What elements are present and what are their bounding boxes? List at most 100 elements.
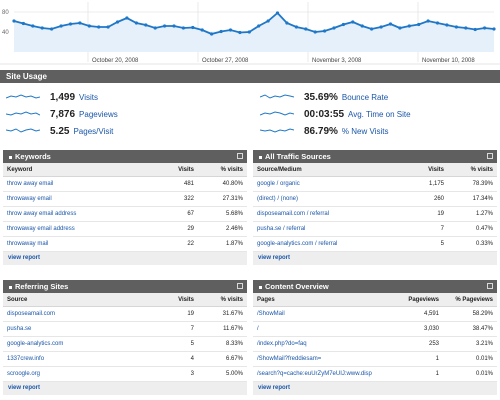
data-point[interactable] xyxy=(407,24,411,28)
data-point[interactable] xyxy=(40,26,44,30)
data-point[interactable] xyxy=(59,24,63,28)
col-visits[interactable]: Visits xyxy=(403,163,448,177)
col-percent-visits[interactable]: % visits xyxy=(198,293,247,307)
data-point[interactable] xyxy=(78,21,82,25)
data-point[interactable] xyxy=(323,29,327,33)
site-link[interactable]: disposeamail.com xyxy=(3,306,153,322)
data-point[interactable] xyxy=(247,30,251,34)
data-point[interactable] xyxy=(275,11,280,15)
data-point[interactable] xyxy=(483,26,487,30)
data-point[interactable] xyxy=(398,26,402,30)
content-overview-table: Pages Pageviews % Pageviews /ShowMail 4,5… xyxy=(253,293,497,382)
data-point[interactable] xyxy=(153,26,157,30)
source-link[interactable]: google / organic xyxy=(253,176,403,192)
data-point[interactable] xyxy=(351,20,355,24)
source-link[interactable]: (direct) / (none) xyxy=(253,191,403,207)
data-point[interactable] xyxy=(134,21,138,25)
maximize-icon[interactable] xyxy=(487,283,493,289)
source-link[interactable]: disposeamail.com / referral xyxy=(253,206,403,222)
data-point[interactable] xyxy=(341,22,345,27)
site-link[interactable]: scroogle.org xyxy=(3,366,153,382)
col-source-medium[interactable]: Source/Medium xyxy=(253,163,403,177)
data-point[interactable] xyxy=(163,24,167,28)
data-point[interactable] xyxy=(257,24,261,28)
data-point[interactable] xyxy=(125,16,129,20)
data-point[interactable] xyxy=(12,19,16,23)
data-point[interactable] xyxy=(97,25,101,29)
data-point[interactable] xyxy=(294,25,298,29)
keyword-link[interactable]: throw away email xyxy=(3,176,153,192)
col-pageviews[interactable]: Pageviews xyxy=(393,293,443,307)
data-point[interactable] xyxy=(68,22,73,26)
data-point[interactable] xyxy=(228,28,233,32)
data-point[interactable] xyxy=(313,30,317,34)
data-point[interactable] xyxy=(445,23,449,27)
source-link[interactable]: pusha.se / referral xyxy=(253,221,403,237)
data-point[interactable] xyxy=(50,27,54,31)
data-point[interactable] xyxy=(492,27,496,31)
metric-label-link[interactable]: Avg. Time on Site xyxy=(348,110,411,119)
site-link[interactable]: google-analytics.com xyxy=(3,336,153,352)
data-point[interactable] xyxy=(473,27,477,32)
col-visits[interactable]: Visits xyxy=(153,293,198,307)
data-point[interactable] xyxy=(219,29,223,34)
data-point[interactable] xyxy=(238,30,242,35)
metric-label-link[interactable]: % New Visits xyxy=(342,127,389,136)
data-point[interactable] xyxy=(435,21,440,25)
data-point[interactable] xyxy=(417,22,421,27)
y-tick-label: 40 xyxy=(2,30,9,36)
view-report-link[interactable]: view report xyxy=(253,382,497,395)
page-link[interactable]: /index.php?do=faq xyxy=(253,336,393,352)
keyword-link[interactable]: throwaway email address xyxy=(3,221,153,237)
data-point[interactable] xyxy=(370,27,374,31)
keyword-link[interactable]: throwaway mail xyxy=(3,236,153,252)
data-point[interactable] xyxy=(191,25,195,30)
site-link[interactable]: pusha.se xyxy=(3,321,153,337)
data-point[interactable] xyxy=(172,24,176,28)
data-point[interactable] xyxy=(21,21,25,26)
maximize-icon[interactable] xyxy=(237,283,243,289)
data-point[interactable] xyxy=(106,25,110,29)
col-source[interactable]: Source xyxy=(3,293,153,307)
col-percent-visits[interactable]: % visits xyxy=(198,163,247,177)
page-link[interactable]: / xyxy=(253,321,393,337)
metric-label-link[interactable]: Visits xyxy=(79,93,98,102)
data-point[interactable] xyxy=(266,19,270,23)
data-point[interactable] xyxy=(304,27,308,31)
metric-label-link[interactable]: Bounce Rate xyxy=(342,93,388,102)
view-report-link[interactable]: view report xyxy=(3,382,247,395)
view-report-link[interactable]: view report xyxy=(253,252,497,265)
col-pages[interactable]: Pages xyxy=(253,293,393,307)
data-point[interactable] xyxy=(144,23,148,27)
data-point[interactable] xyxy=(332,26,336,30)
data-point[interactable] xyxy=(200,28,204,32)
col-percent-pageviews[interactable]: % Pageviews xyxy=(443,293,497,307)
data-point[interactable] xyxy=(181,26,185,30)
data-point[interactable] xyxy=(31,24,35,28)
data-point[interactable] xyxy=(454,25,458,29)
metric-label-link[interactable]: Pageviews xyxy=(79,110,118,119)
col-visits[interactable]: Visits xyxy=(153,163,198,177)
data-point[interactable] xyxy=(87,24,91,28)
source-link[interactable]: google-analytics.com / referral xyxy=(253,236,403,252)
data-point[interactable] xyxy=(210,32,214,36)
maximize-icon[interactable] xyxy=(237,153,243,159)
view-report-link[interactable]: view report xyxy=(3,252,247,265)
data-point[interactable] xyxy=(115,20,120,24)
data-point[interactable] xyxy=(285,21,289,25)
data-point[interactable] xyxy=(360,24,364,28)
maximize-icon[interactable] xyxy=(487,153,493,159)
data-point[interactable] xyxy=(379,25,383,29)
keyword-link[interactable]: throw away email address xyxy=(3,206,153,222)
page-link[interactable]: /search?q=cache:euUrZyM7eUIJ:www.disp xyxy=(253,366,393,382)
site-link[interactable]: 1337crew.info xyxy=(3,351,153,367)
keyword-link[interactable]: throwaway email xyxy=(3,191,153,207)
data-point[interactable] xyxy=(464,26,468,30)
data-point[interactable] xyxy=(388,22,393,26)
page-link[interactable]: /ShowMail xyxy=(253,306,393,322)
col-keyword[interactable]: Keyword xyxy=(3,163,153,177)
col-percent-visits[interactable]: % visits xyxy=(448,163,497,177)
page-link[interactable]: /ShowMail?freddiesam= xyxy=(253,351,393,367)
data-point[interactable] xyxy=(426,19,430,23)
metric-label-link[interactable]: Pages/Visit xyxy=(73,127,113,136)
